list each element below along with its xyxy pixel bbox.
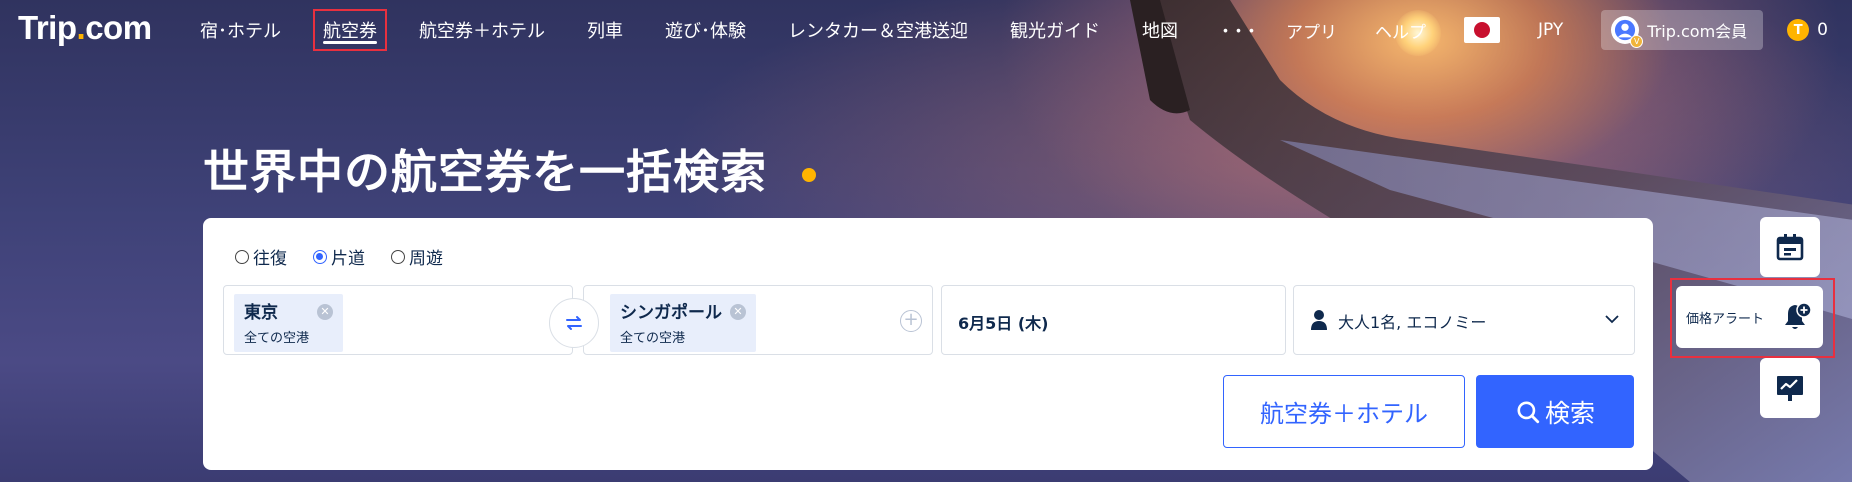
destination-airports: 全ての空港 bbox=[620, 331, 686, 346]
member-button[interactable]: V Trip.com会員 bbox=[1601, 10, 1764, 50]
app-link[interactable]: アプリ bbox=[1286, 18, 1337, 43]
departure-city: 東京 bbox=[244, 303, 278, 323]
page-title: 世界中の航空券を一括検索 bbox=[203, 145, 767, 199]
swap-cities-button[interactable] bbox=[549, 298, 599, 348]
nav-travel-guide[interactable]: 観光ガイド bbox=[1010, 17, 1100, 43]
price-trend-icon bbox=[1777, 376, 1803, 401]
person-icon bbox=[1311, 310, 1327, 330]
nav-more-icon[interactable]: ･･･ bbox=[1220, 14, 1259, 46]
nav-car-rental[interactable]: レンタカー＆空港送迎 bbox=[788, 17, 968, 43]
clear-destination-icon[interactable]: ✕ bbox=[730, 304, 746, 320]
nav-trains[interactable]: 列車 bbox=[587, 17, 623, 43]
destination-chip: シンガポール 全ての空港 ✕ bbox=[610, 294, 756, 352]
nav-flight-hotel[interactable]: 航空券＋ホテル bbox=[419, 17, 545, 43]
japan-flag-icon[interactable] bbox=[1464, 17, 1501, 43]
nav-map[interactable]: 地図 bbox=[1142, 17, 1178, 43]
destination-field[interactable]: シンガポール 全ての空港 ✕ + bbox=[583, 285, 933, 355]
search-button[interactable]: 検索 bbox=[1476, 375, 1634, 448]
calendar-widget-button[interactable] bbox=[1760, 217, 1820, 277]
departure-airports: 全ての空港 bbox=[244, 331, 310, 346]
trip-type-roundtrip[interactable]: 往復 bbox=[235, 244, 287, 269]
chevron-down-icon bbox=[1605, 315, 1619, 324]
departure-chip: 東京 全ての空港 ✕ bbox=[234, 294, 344, 352]
flight-search-card: 往復 片道 周遊 東京 全ての空港 ✕ シンガポール 全ての空港 ✕ + 6月5… bbox=[203, 218, 1653, 470]
tripcom-logo[interactable]: Trip.com bbox=[18, 9, 152, 47]
trip-coins[interactable]: T 0 bbox=[1787, 19, 1828, 41]
trip-coin-icon: T bbox=[1787, 19, 1810, 41]
title-dot-decoration bbox=[802, 168, 816, 182]
radio-icon bbox=[235, 249, 249, 264]
trip-type-selector: 往復 片道 周遊 bbox=[235, 244, 469, 269]
swap-icon bbox=[566, 316, 582, 330]
help-link[interactable]: ヘルプ bbox=[1375, 18, 1426, 43]
price-trend-widget-button[interactable] bbox=[1760, 358, 1820, 418]
destination-city: シンガポール bbox=[620, 303, 722, 323]
departure-date: 6月5日 (木) bbox=[958, 314, 1049, 333]
radio-icon bbox=[391, 249, 405, 264]
search-button-label: 検索 bbox=[1544, 398, 1595, 428]
add-destination-icon[interactable]: + bbox=[900, 310, 922, 332]
calendar-icon bbox=[1776, 234, 1804, 261]
currency-selector[interactable]: JPY bbox=[1538, 20, 1563, 40]
bell-plus-icon bbox=[1785, 302, 1812, 329]
departure-date-field[interactable]: 6月5日 (木) bbox=[941, 285, 1286, 355]
header-tools: アプリ ヘルプ JPY V Trip.com会員 T 0 bbox=[1286, 0, 1852, 60]
trip-type-multicity[interactable]: 周遊 bbox=[391, 244, 443, 269]
price-alert-button[interactable]: 価格アラート bbox=[1676, 286, 1823, 348]
departure-field[interactable]: 東京 全ての空港 ✕ bbox=[223, 285, 573, 355]
trip-type-oneway[interactable]: 片道 bbox=[313, 244, 365, 269]
price-alert-label: 価格アラート bbox=[1686, 311, 1765, 327]
coin-count: 0 bbox=[1817, 20, 1828, 40]
nav-activities[interactable]: 遊び･体験 bbox=[665, 17, 746, 43]
member-label: Trip.com会員 bbox=[1647, 22, 1748, 41]
top-navigation-bar: Trip.com 宿･ホテル 航空券 航空券＋ホテル 列車 遊び･体験 レンタカ… bbox=[0, 0, 1852, 60]
clear-departure-icon[interactable]: ✕ bbox=[317, 304, 334, 320]
nav-flights[interactable]: 航空券 bbox=[313, 9, 387, 51]
avatar-icon: V bbox=[1611, 16, 1644, 48]
nav-hotels[interactable]: 宿･ホテル bbox=[200, 17, 281, 43]
search-icon bbox=[1517, 400, 1540, 423]
radio-checked-icon bbox=[313, 249, 327, 264]
flight-hotel-button[interactable]: 航空券＋ホテル bbox=[1223, 375, 1465, 448]
passengers-class-field[interactable]: 大人1名, エコノミー bbox=[1293, 285, 1635, 355]
passengers-class-value: 大人1名, エコノミー bbox=[1338, 313, 1487, 332]
main-nav: 宿･ホテル 航空券 航空券＋ホテル 列車 遊び･体験 レンタカー＆空港送迎 観光… bbox=[200, 0, 1301, 60]
